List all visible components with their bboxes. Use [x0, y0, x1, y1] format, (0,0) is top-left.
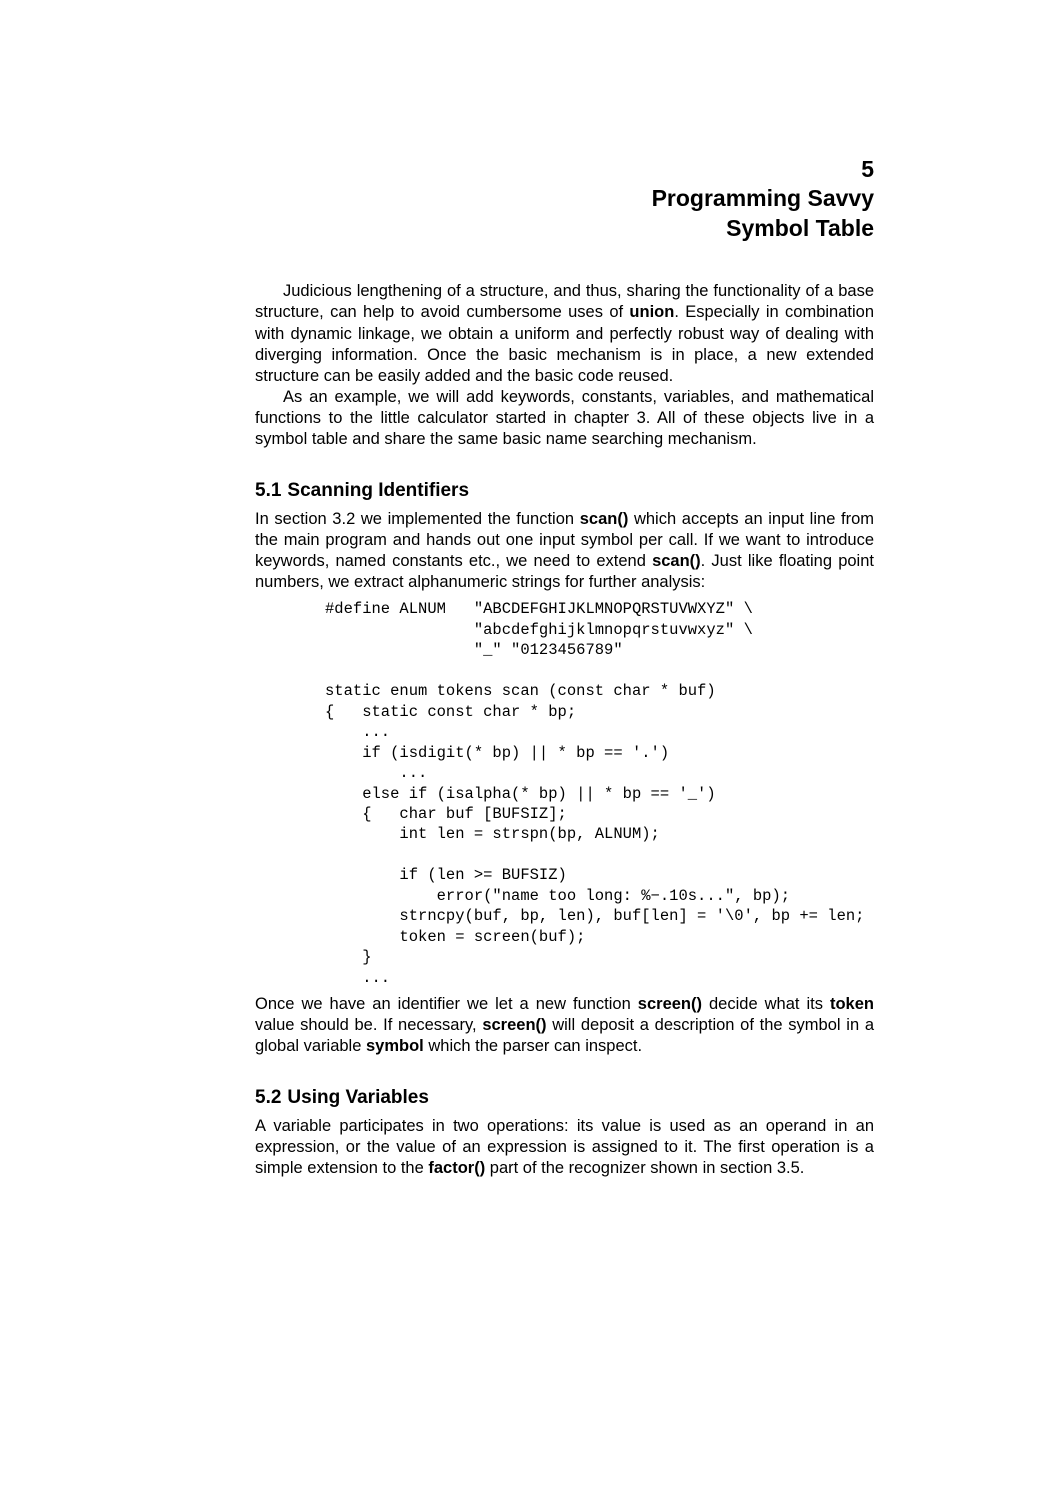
intro-paragraph-1: Judicious lengthening of a structure, an… [255, 281, 874, 387]
kw-symbol: symbol [366, 1037, 424, 1055]
text: Once we have an identifier we let a new … [255, 995, 638, 1013]
text: part of the recognizer shown in section … [485, 1159, 804, 1177]
section2-paragraph-1: A variable participates in two operation… [255, 1116, 874, 1179]
section-number: 5.1 [255, 480, 281, 501]
fn-scan: scan() [652, 552, 701, 570]
section1-paragraph-2: Once we have an identifier we let a new … [255, 994, 874, 1057]
code-block-scan: #define ALNUM "ABCDEFGHIJKLMNOPQRSTUVWXY… [325, 599, 874, 988]
chapter-number: 5 [255, 155, 874, 184]
section-title: Scanning Identifiers [287, 480, 469, 501]
fn-screen: screen() [638, 995, 702, 1013]
text: As an example, we will add keywords, con… [255, 388, 874, 448]
chapter-title-line2: Symbol Table [726, 215, 874, 241]
section-title: Using Variables [287, 1087, 429, 1108]
text: In section 3.2 we implemented the functi… [255, 510, 580, 528]
text: value should be. If necessary, [255, 1016, 482, 1034]
fn-factor: factor() [428, 1159, 485, 1177]
text: which the parser can inspect. [424, 1037, 642, 1055]
kw-token: token [830, 995, 874, 1013]
section-heading-5-2: 5.2 Using Variables [255, 1087, 874, 1110]
chapter-title-line1: Programming Savvy [652, 185, 874, 211]
section-heading-5-1: 5.1 Scanning Identifiers [255, 480, 874, 503]
keyword-union: union [629, 303, 674, 321]
intro-block: Judicious lengthening of a structure, an… [255, 281, 874, 450]
section1-paragraph-1: In section 3.2 we implemented the functi… [255, 509, 874, 593]
intro-paragraph-2: As an example, we will add keywords, con… [255, 387, 874, 450]
fn-screen: screen() [482, 1016, 546, 1034]
section-number: 5.2 [255, 1087, 281, 1108]
page: 5 Programming Savvy Symbol Table Judicio… [0, 0, 1059, 1500]
text: decide what its [702, 995, 830, 1013]
fn-scan: scan() [580, 510, 629, 528]
chapter-header: 5 Programming Savvy Symbol Table [255, 155, 874, 243]
